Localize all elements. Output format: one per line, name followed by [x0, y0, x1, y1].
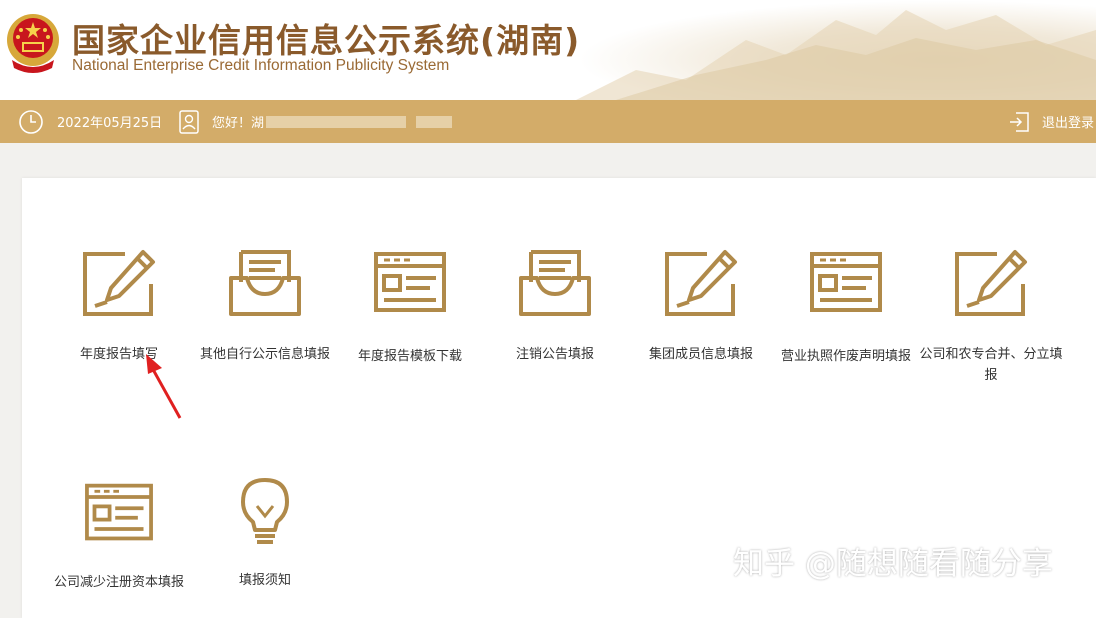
tile-label: 其他自行公示信息填报 [199, 347, 330, 362]
tile-capital-reduction[interactable]: 公司减少注册资本填报 [44, 480, 194, 593]
tile-label: 公司和农专合并、分立填报 [919, 347, 1063, 383]
site-header: 国家企业信用信息公示系统(湖南) National Enterprise Cre… [0, 0, 1096, 100]
edit-pencil-icon [955, 250, 1027, 316]
inbox-tray-icon [229, 250, 301, 316]
tile-label: 注销公告填报 [515, 347, 594, 362]
tile-merger-split[interactable]: 公司和农专合并、分立填报 [916, 248, 1066, 386]
logout-icon [1010, 111, 1029, 132]
tile-annual-report[interactable]: 年度报告填写 [44, 248, 194, 365]
logout-button[interactable]: 退出登录 [1008, 100, 1094, 143]
inbox-tray-icon [519, 250, 591, 316]
site-subtitle: National Enterprise Credit Information P… [72, 57, 450, 74]
form-template-icon [85, 483, 153, 541]
tile-filing-guide[interactable]: 填报须知 [190, 476, 340, 591]
tile-label: 年度报告模板下载 [357, 349, 462, 364]
user-badge-icon [179, 109, 199, 134]
edit-pencil-icon [665, 250, 737, 316]
tile-cancellation-notice[interactable]: 注销公告填报 [480, 248, 630, 365]
clock-icon [19, 109, 43, 134]
current-date: 2022年05月25日 [57, 116, 163, 131]
form-template-icon [810, 252, 882, 312]
logout-label: 退出登录 [1042, 116, 1095, 131]
tile-report-template[interactable]: 年度报告模板下载 [335, 248, 485, 367]
info-bar: 2022年05月25日 您好！湖 退出登录 [0, 100, 1096, 143]
national-emblem-icon [7, 14, 59, 73]
tile-license-void[interactable]: 营业执照作废声明填报 [771, 248, 921, 367]
user-greeting: 您好！湖 [212, 116, 265, 131]
red-arrow-annotation [146, 354, 182, 419]
redacted-suffix [416, 115, 453, 128]
lightbulb-icon [241, 478, 289, 544]
form-template-icon [374, 252, 446, 312]
tile-label: 公司减少注册资本填报 [53, 575, 184, 590]
tile-label: 营业执照作废声明填报 [780, 349, 911, 364]
header-mountain-background [576, 0, 1096, 100]
tile-label: 集团成员信息填报 [648, 347, 753, 362]
tile-label: 填报须知 [238, 573, 291, 588]
site-title: 国家企业信用信息公示系统(湖南) [72, 21, 581, 60]
tile-other-disclosure[interactable]: 其他自行公示信息填报 [190, 248, 340, 365]
edit-pencil-icon [83, 250, 155, 316]
watermark-text: 知乎 @随想随看随分享 [733, 546, 1053, 582]
redacted-username [266, 115, 407, 128]
tile-group-members[interactable]: 集团成员信息填报 [626, 248, 776, 365]
